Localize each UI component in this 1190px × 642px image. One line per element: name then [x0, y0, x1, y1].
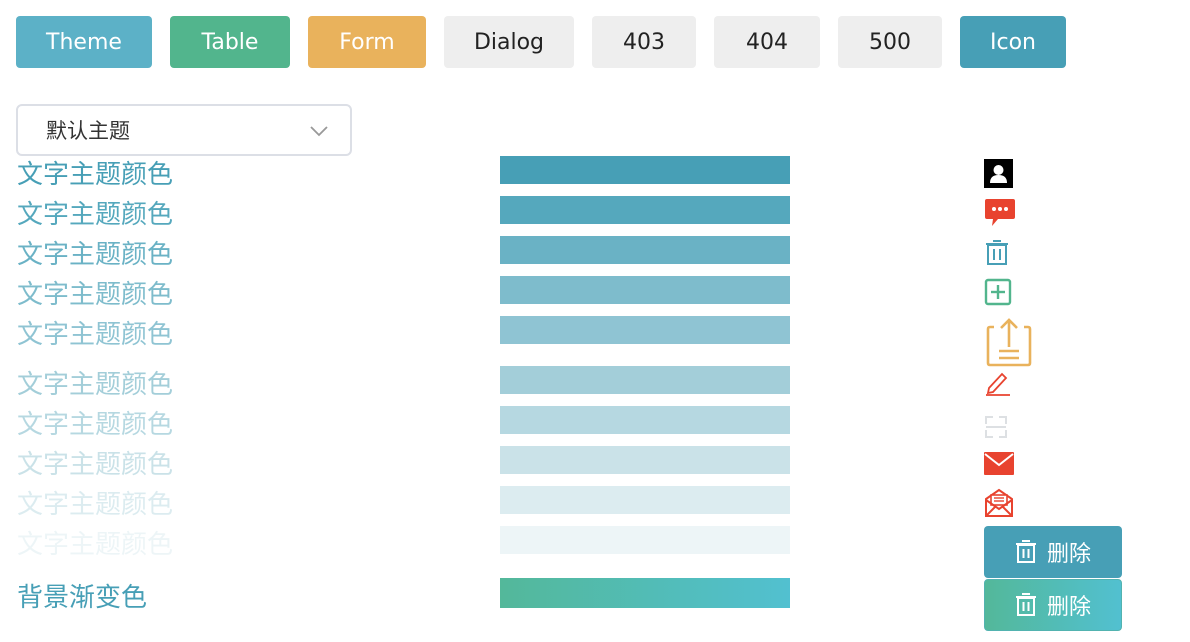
text-sample-6: 文字主题颜色: [17, 370, 174, 400]
text-sample-9: 文字主题颜色: [17, 490, 174, 520]
shade-bar-6: [500, 366, 790, 394]
dialog-button[interactable]: Dialog: [444, 16, 574, 68]
chat-icon[interactable]: [984, 198, 1016, 228]
shade-bar-2: [500, 196, 790, 224]
delete-button-label: 删除: [1046, 542, 1091, 567]
text-sample-8: 文字主题颜色: [17, 450, 174, 480]
delete-button-gradient[interactable]: 删除: [984, 579, 1122, 631]
chevron-down-icon: [310, 126, 328, 137]
shade-bar-5: [500, 316, 790, 344]
user-icon[interactable]: [984, 159, 1013, 188]
shade-bar-7: [500, 406, 790, 434]
shade-bar-3: [500, 236, 790, 264]
trash-icon[interactable]: [984, 240, 1010, 266]
mail-open-icon[interactable]: [984, 488, 1014, 518]
text-sample-4: 文字主题颜色: [17, 280, 174, 310]
shade-bar-10: [500, 526, 790, 554]
theme-select[interactable]: 默认主题: [16, 104, 352, 156]
error-500-button[interactable]: 500: [838, 16, 942, 68]
mail-icon[interactable]: [984, 452, 1014, 476]
form-button[interactable]: Form: [308, 16, 426, 68]
delete-button-label: 删除: [1046, 595, 1091, 620]
scan-icon[interactable]: [984, 415, 1008, 439]
trash-icon: [1015, 540, 1036, 563]
delete-button-primary[interactable]: 删除: [984, 526, 1122, 578]
error-404-button[interactable]: 404: [714, 16, 820, 68]
upload-clipboard-icon[interactable]: [984, 317, 1032, 367]
shade-bar-4: [500, 276, 790, 304]
trash-icon: [1015, 593, 1036, 616]
gradient-label: 背景渐变色: [17, 583, 148, 613]
gradient-bar: [500, 578, 790, 608]
theme-select-value: 默认主题: [46, 119, 130, 143]
text-sample-5: 文字主题颜色: [17, 320, 174, 350]
shade-bar-9: [500, 486, 790, 514]
plus-square-icon[interactable]: [984, 278, 1012, 306]
theme-button[interactable]: Theme: [16, 16, 152, 68]
table-button[interactable]: Table: [170, 16, 290, 68]
text-sample-3: 文字主题颜色: [17, 240, 174, 270]
text-sample-1: 文字主题颜色: [17, 160, 174, 190]
icon-button[interactable]: Icon: [960, 16, 1066, 68]
shade-bar-1: [500, 156, 790, 184]
edit-pencil-icon[interactable]: [984, 370, 1012, 396]
text-sample-7: 文字主题颜色: [17, 410, 174, 440]
error-403-button[interactable]: 403: [592, 16, 696, 68]
text-sample-2: 文字主题颜色: [17, 200, 174, 230]
text-sample-10: 文字主题颜色: [17, 530, 174, 560]
shade-bar-8: [500, 446, 790, 474]
